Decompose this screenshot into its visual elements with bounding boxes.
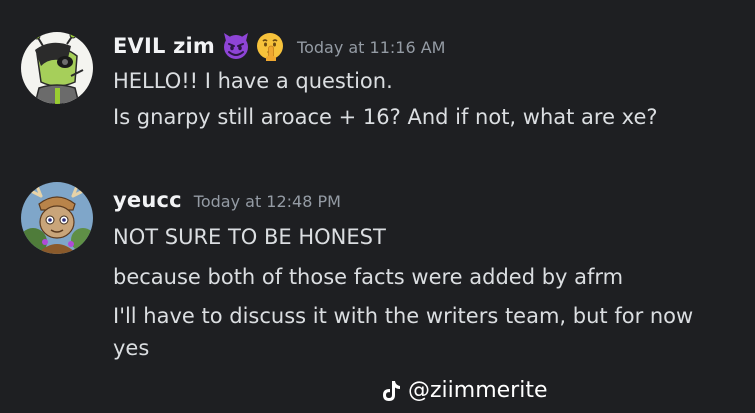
tiktok-icon (380, 379, 402, 403)
message-text: NOT SURE TO BE HONEST (113, 225, 386, 249)
message-header: EVIL zim Today at 11:16 AM (113, 28, 745, 64)
message-timestamp[interactable]: Today at 12:48 PM (194, 192, 341, 211)
shushing-face-icon (255, 31, 285, 61)
username[interactable]: yeucc (113, 188, 182, 212)
message-text: HELLO!! I have a question. (113, 69, 393, 93)
tiktok-watermark: @ziimmerite (380, 378, 548, 403)
message-text: because both of those facts were added b… (113, 265, 624, 289)
message-timestamp[interactable]: Today at 11:16 AM (297, 38, 445, 57)
message-text: Is gnarpy still aroace + 16? And if not,… (113, 105, 658, 129)
message-header: yeucc Today at 12:48 PM (113, 182, 745, 218)
smiling-imp-icon (221, 31, 251, 61)
message-content: EVIL zim Today at 11:16 AM HELLO!! I hav… (113, 28, 745, 132)
chat-message-list: EVIL zim Today at 11:16 AM HELLO!! I hav… (0, 0, 755, 413)
message-text: I'll have to discuss it with the writers… (113, 304, 694, 360)
avatar[interactable] (21, 32, 93, 104)
username[interactable]: EVIL zim (113, 34, 215, 58)
avatar[interactable] (21, 182, 93, 254)
watermark-handle: @ziimmerite (408, 378, 548, 403)
message-content: yeucc Today at 12:48 PM NOT SURE TO BE H… (113, 182, 745, 364)
